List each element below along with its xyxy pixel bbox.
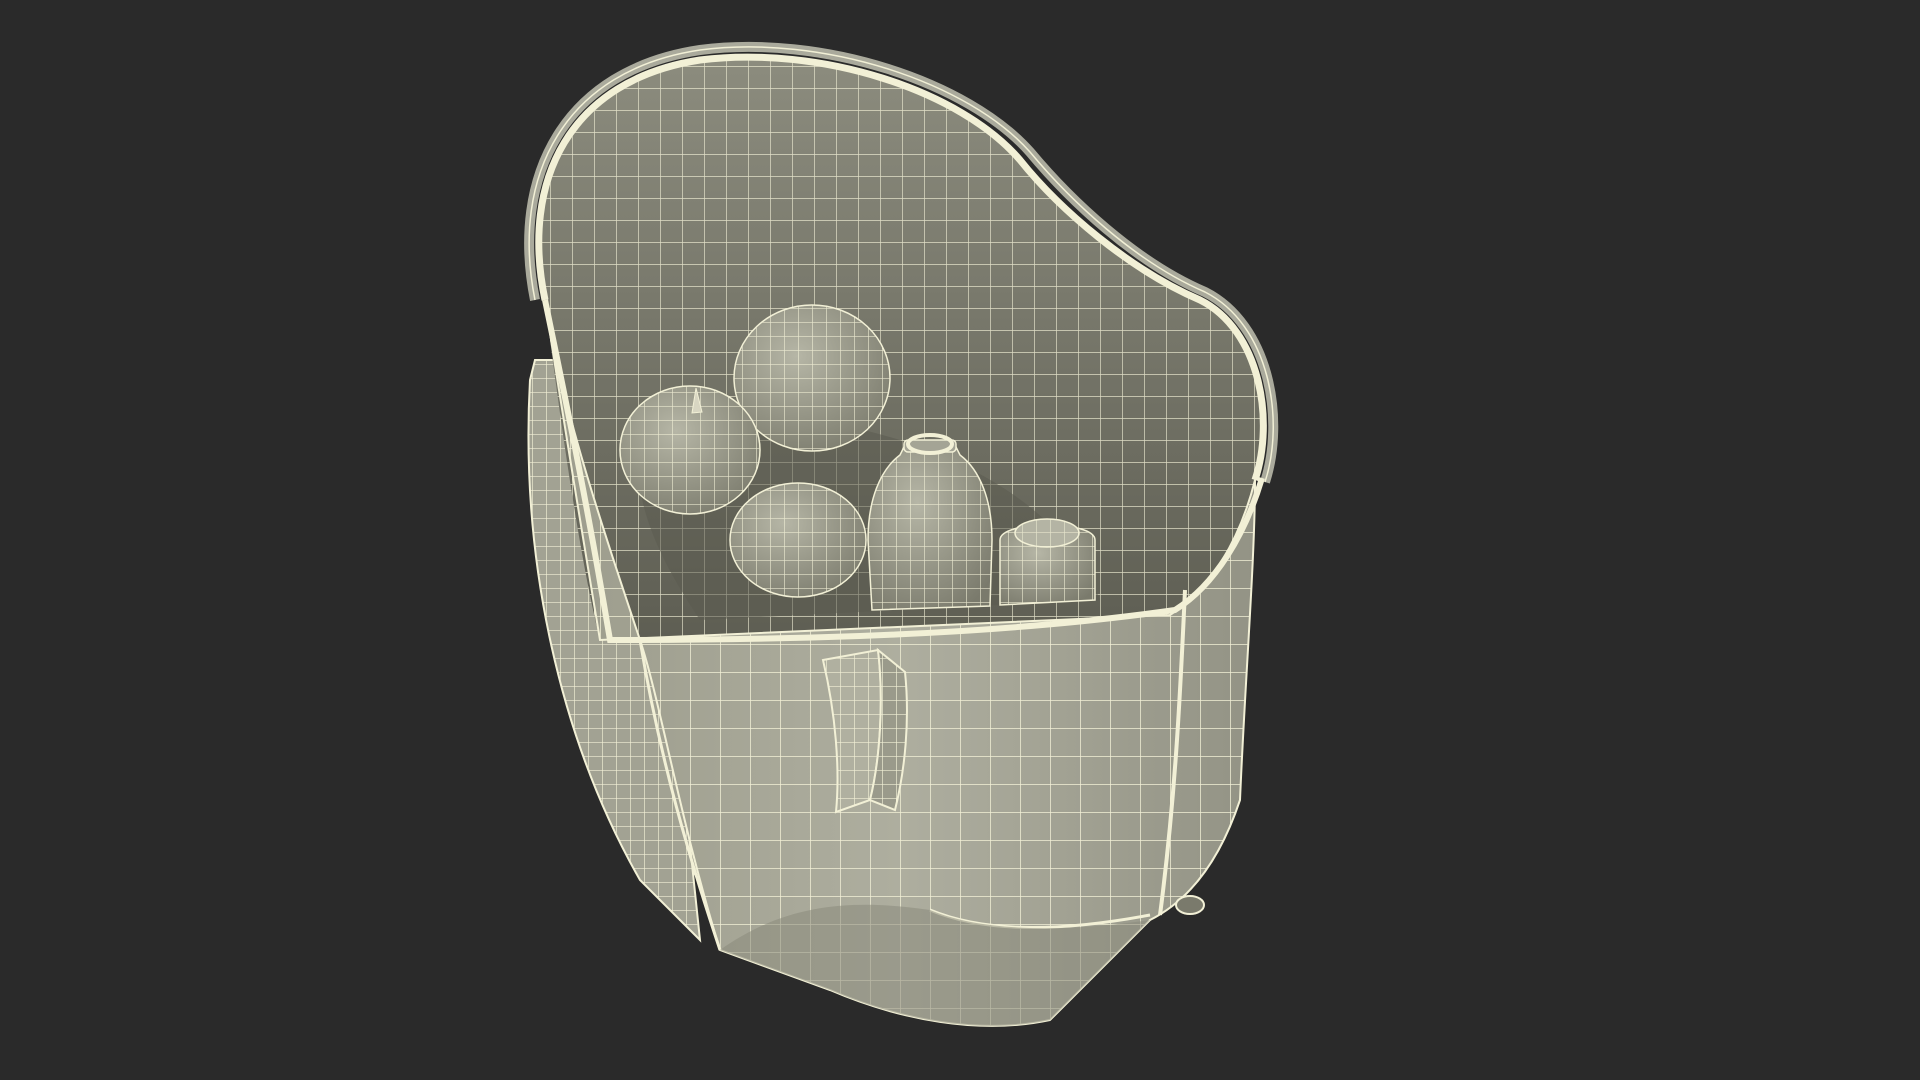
grapefruit (729, 482, 867, 598)
apple (619, 385, 761, 515)
jar (999, 518, 1096, 606)
orange (733, 304, 891, 452)
render-viewport (0, 0, 1920, 1080)
wireframe-render (524, 41, 1279, 1027)
